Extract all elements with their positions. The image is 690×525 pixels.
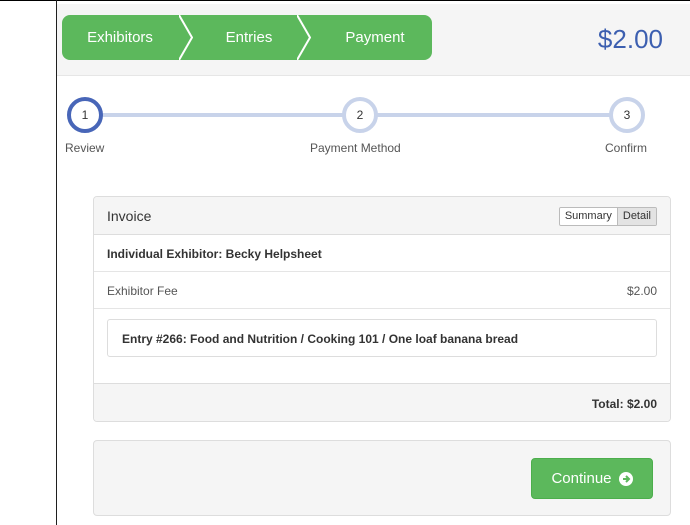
invoice-header: Invoice Summary Detail — [94, 197, 670, 235]
continue-label: Continue — [551, 470, 612, 487]
continue-button[interactable]: Continue — [531, 458, 653, 499]
step-1-circle: 1 — [67, 97, 103, 133]
invoice-total: Total: $2.00 — [591, 397, 657, 411]
entry-item: Entry #266: Food and Nutrition / Cooking… — [107, 319, 657, 357]
exhibitor-name: Individual Exhibitor: Becky Helpsheet — [107, 247, 322, 261]
invoice-panel: Invoice Summary Detail Individual Exhibi… — [93, 196, 671, 422]
exhibitor-row: Individual Exhibitor: Becky Helpsheet — [94, 235, 670, 272]
progress-steps: 1 2 3 Review Payment Method Confirm — [57, 95, 690, 165]
entry-section: Entry #266: Food and Nutrition / Cooking… — [94, 309, 670, 384]
invoice-title: Invoice — [107, 208, 152, 224]
step-number: 3 — [623, 108, 631, 122]
invoice-footer: Total: $2.00 — [94, 383, 670, 421]
detail-toggle-button[interactable]: Detail — [616, 208, 656, 225]
top-rule — [0, 0, 690, 1]
arrow-circle-right-icon — [618, 471, 633, 486]
chevron-right-icon — [179, 15, 193, 60]
breadcrumb-entries[interactable]: Entries — [186, 15, 304, 60]
step-label-review: Review — [65, 141, 105, 155]
view-toggle: Summary Detail — [558, 207, 657, 226]
fee-label: Exhibitor Fee — [107, 284, 178, 298]
breadcrumb-payment[interactable]: Payment — [304, 15, 432, 60]
total-amount: $2.00 — [597, 24, 663, 54]
breadcrumb-exhibitors[interactable]: Exhibitors — [62, 15, 186, 60]
step-3-circle: 3 — [609, 97, 645, 133]
breadcrumb-label: Payment — [345, 29, 405, 46]
header-bar: Exhibitors Entries Payment $2.00 — [57, 4, 690, 76]
step-number: 1 — [81, 108, 89, 122]
breadcrumb-label: Entries — [225, 29, 273, 46]
fee-row: Exhibitor Fee $2.00 — [94, 272, 670, 309]
fee-value: $2.00 — [626, 284, 657, 298]
chevron-right-icon — [297, 15, 311, 60]
step-2-circle: 2 — [342, 97, 378, 133]
step-label-payment-method: Payment Method — [310, 141, 401, 155]
action-panel: Continue — [93, 440, 671, 516]
summary-toggle-button[interactable]: Summary — [559, 208, 617, 225]
entry-description: Entry #266: Food and Nutrition / Cooking… — [122, 332, 519, 346]
frame-left-border — [56, 0, 57, 525]
breadcrumb-label: Exhibitors — [87, 29, 153, 46]
step-number: 2 — [356, 108, 364, 122]
step-label-confirm: Confirm — [605, 141, 648, 155]
breadcrumb: Exhibitors Entries Payment — [62, 15, 432, 60]
